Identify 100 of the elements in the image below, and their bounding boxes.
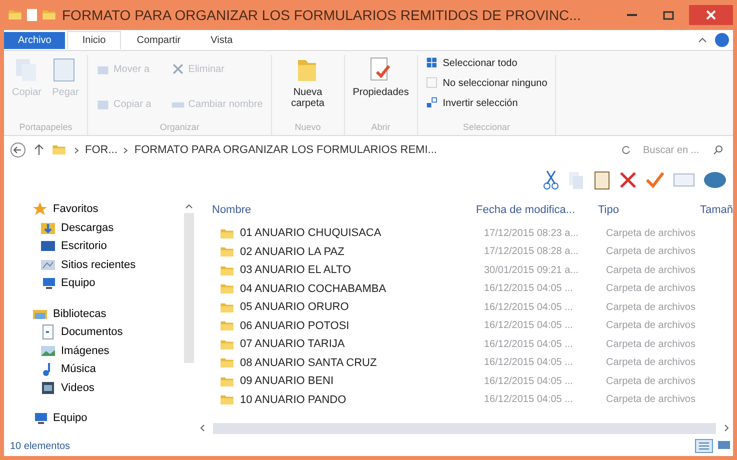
date-cell-text: 16/12/2015 04:05 ... bbox=[484, 338, 574, 350]
group-label: Nuevo bbox=[294, 122, 321, 134]
ribbon-tab[interactable]: Inicio bbox=[67, 31, 121, 49]
file-row[interactable]: 08 ANUARIO SANTA CRUZ 16/12/2015 04:05 ... Carpeta de archivos bbox=[196, 354, 733, 372]
nav-item[interactable]: Favoritos bbox=[32, 200, 98, 218]
group-label: Seleccionar bbox=[463, 122, 510, 134]
file-row[interactable]: 09 ANUARIO BENI 16/12/2015 04:05 ... Carpeta de archivos bbox=[196, 372, 733, 390]
up-arrow-icon[interactable] bbox=[34, 144, 44, 156]
help-icon[interactable] bbox=[715, 33, 729, 47]
file-name: 04 ANUARIO COCHABAMBA bbox=[240, 282, 386, 295]
search-icon bbox=[713, 144, 723, 154]
checkmark-icon[interactable] bbox=[645, 171, 665, 189]
nav-item[interactable]: Escritorio bbox=[32, 237, 107, 256]
scroll-up-icon[interactable] bbox=[185, 204, 193, 209]
close-button[interactable] bbox=[689, 5, 733, 25]
nav-item[interactable]: Sitios recientes bbox=[32, 256, 136, 274]
ribbon-button[interactable]: Propiedades bbox=[350, 55, 411, 99]
nav-item[interactable]: Música bbox=[32, 360, 96, 378]
date-cell-text: 17/12/2015 08:23 a... bbox=[484, 228, 580, 239]
invert-selection-icon bbox=[426, 96, 440, 110]
date-cell-text: 16/12/2015 04:05 ... bbox=[484, 376, 574, 387]
scroll-left-icon[interactable] bbox=[200, 424, 205, 432]
refresh-icon[interactable] bbox=[621, 145, 631, 155]
folder-icon bbox=[220, 394, 234, 406]
close-icon bbox=[706, 10, 716, 20]
nav-item[interactable]: Equipo bbox=[32, 409, 88, 428]
collapse-ribbon-icon[interactable] bbox=[698, 37, 707, 43]
thumbnails-view-icon[interactable] bbox=[717, 439, 731, 451]
date-cell-text: 30/01/2015 09:21 a... bbox=[484, 264, 580, 276]
file-row[interactable]: 03 ANUARIO EL ALTO 30/01/2015 09:21 a... Carpeta de archivos bbox=[196, 261, 733, 280]
ribbon-tab[interactable]: Vista bbox=[196, 32, 247, 48]
file-name: 03 ANUARIO EL ALTO bbox=[240, 264, 352, 276]
video-icon bbox=[40, 380, 56, 396]
type-cell-text: Carpeta de archivos bbox=[606, 394, 696, 406]
file-row[interactable]: 02 ANUARIO LA PAZ 17/12/2015 08:28 a... Carpeta de archivos bbox=[196, 242, 733, 261]
delete-x-icon bbox=[171, 62, 186, 76]
chevron-icon bbox=[74, 146, 79, 154]
scroll-right-icon[interactable] bbox=[724, 424, 729, 432]
breadcrumb[interactable]: FORMATO PARA ORGANIZAR LOS FORMULARIOS REMI... bbox=[134, 144, 437, 156]
ribbon-tab[interactable]: Compartir bbox=[122, 32, 195, 48]
date-cell-text: 16/12/2015 04:05 ... bbox=[484, 357, 574, 368]
date-cell-text: 16/12/2015 04:05 ... bbox=[484, 302, 574, 313]
ribbon-button[interactable]: Invertir selección bbox=[424, 95, 520, 111]
folder-icon bbox=[8, 9, 22, 21]
file-row[interactable]: 10 ANUARIO PANDO 16/12/2015 04:05 ... Carpeta de archivos bbox=[196, 390, 733, 409]
computer-icon bbox=[32, 410, 48, 426]
nav-item[interactable]: Imágenes bbox=[32, 342, 110, 360]
folder-icon bbox=[52, 144, 66, 156]
type-cell-text: Carpeta de archivos bbox=[606, 228, 696, 239]
scissors-icon[interactable] bbox=[543, 170, 559, 190]
breadcrumb[interactable]: FOR... bbox=[85, 144, 118, 156]
nav-item[interactable]: Descargas bbox=[32, 218, 114, 237]
column-header[interactable]: Tamañ bbox=[700, 204, 733, 216]
blob-icon[interactable] bbox=[703, 171, 727, 189]
ribbon-button[interactable]: No seleccionar ninguno bbox=[424, 75, 550, 91]
document-icon[interactable] bbox=[26, 8, 38, 22]
folder-icon bbox=[42, 9, 56, 21]
details-view-icon[interactable] bbox=[695, 439, 713, 453]
file-row[interactable]: 06 ANUARIO POTOSI 16/12/2015 04:05 ... Carpeta de archivos bbox=[196, 316, 733, 335]
nav-item[interactable]: Documentos bbox=[32, 323, 123, 342]
clipboard-icon[interactable] bbox=[593, 170, 611, 190]
type-cell-text: Carpeta de archivos bbox=[606, 283, 696, 294]
ribbon-button[interactable]: Seleccionar todo bbox=[424, 55, 520, 71]
folder-icon bbox=[220, 283, 234, 294]
column-header[interactable]: Fecha de modifica... bbox=[476, 204, 598, 216]
copy-to-icon bbox=[96, 98, 110, 112]
type-cell-text: Carpeta de archivos bbox=[606, 320, 696, 332]
delete-x-icon[interactable] bbox=[619, 171, 637, 189]
file-row[interactable]: 07 ANUARIO TARIJA 16/12/2015 04:05 ... Carpeta de archivos bbox=[196, 335, 733, 354]
file-row[interactable]: 05 ANUARIO ORURO 16/12/2015 04:05 ... Carpeta de archivos bbox=[196, 298, 733, 316]
type-cell-text: Carpeta de archivos bbox=[606, 338, 696, 350]
maximize-icon bbox=[662, 10, 674, 20]
window-title: FORMATO PARA ORGANIZAR LOS FORMULARIOS REMITIDOS DE PROVINC... bbox=[62, 7, 582, 23]
ribbon-tab[interactable]: Archivo bbox=[4, 32, 66, 48]
group-label: Portapapeles bbox=[19, 122, 72, 134]
type-cell-text: Carpeta de archivos bbox=[606, 357, 696, 368]
scrollbar-thumb[interactable] bbox=[184, 213, 194, 363]
file-name: 09 ANUARIO BENI bbox=[240, 375, 334, 388]
nav-item[interactable]: Equipo bbox=[32, 274, 96, 292]
ribbon-button[interactable]: Nueva carpeta bbox=[278, 55, 338, 110]
folder-icon bbox=[220, 264, 234, 276]
item-count: 10 elementos bbox=[10, 440, 70, 452]
back-icon[interactable] bbox=[10, 142, 26, 158]
column-header[interactable]: Nombre bbox=[212, 204, 476, 216]
type-cell-text: Carpeta de archivos bbox=[606, 302, 696, 313]
scrollbar-thumb[interactable] bbox=[213, 422, 716, 434]
minimize-icon bbox=[627, 14, 637, 16]
folder-icon bbox=[220, 338, 234, 350]
folder-icon bbox=[220, 376, 234, 387]
type-cell-text: Carpeta de archivos bbox=[606, 246, 696, 258]
file-row[interactable]: 04 ANUARIO COCHABAMBA 16/12/2015 04:05 ... Carpeta de archivos bbox=[196, 280, 733, 298]
folder-icon bbox=[220, 246, 234, 258]
file-name: 05 ANUARIO ORURO bbox=[240, 301, 349, 314]
column-header[interactable]: Tipo bbox=[598, 204, 700, 216]
document-icon bbox=[40, 324, 56, 340]
file-row[interactable]: 01 ANUARIO CHUQUISACA 17/12/2015 08:23 a... Carpeta de archivos bbox=[196, 224, 733, 242]
nav-item[interactable]: Bibliotecas bbox=[32, 304, 106, 323]
chevron-icon bbox=[123, 146, 128, 154]
nav-item[interactable]: Videos bbox=[32, 378, 94, 397]
folder-icon bbox=[220, 357, 234, 368]
